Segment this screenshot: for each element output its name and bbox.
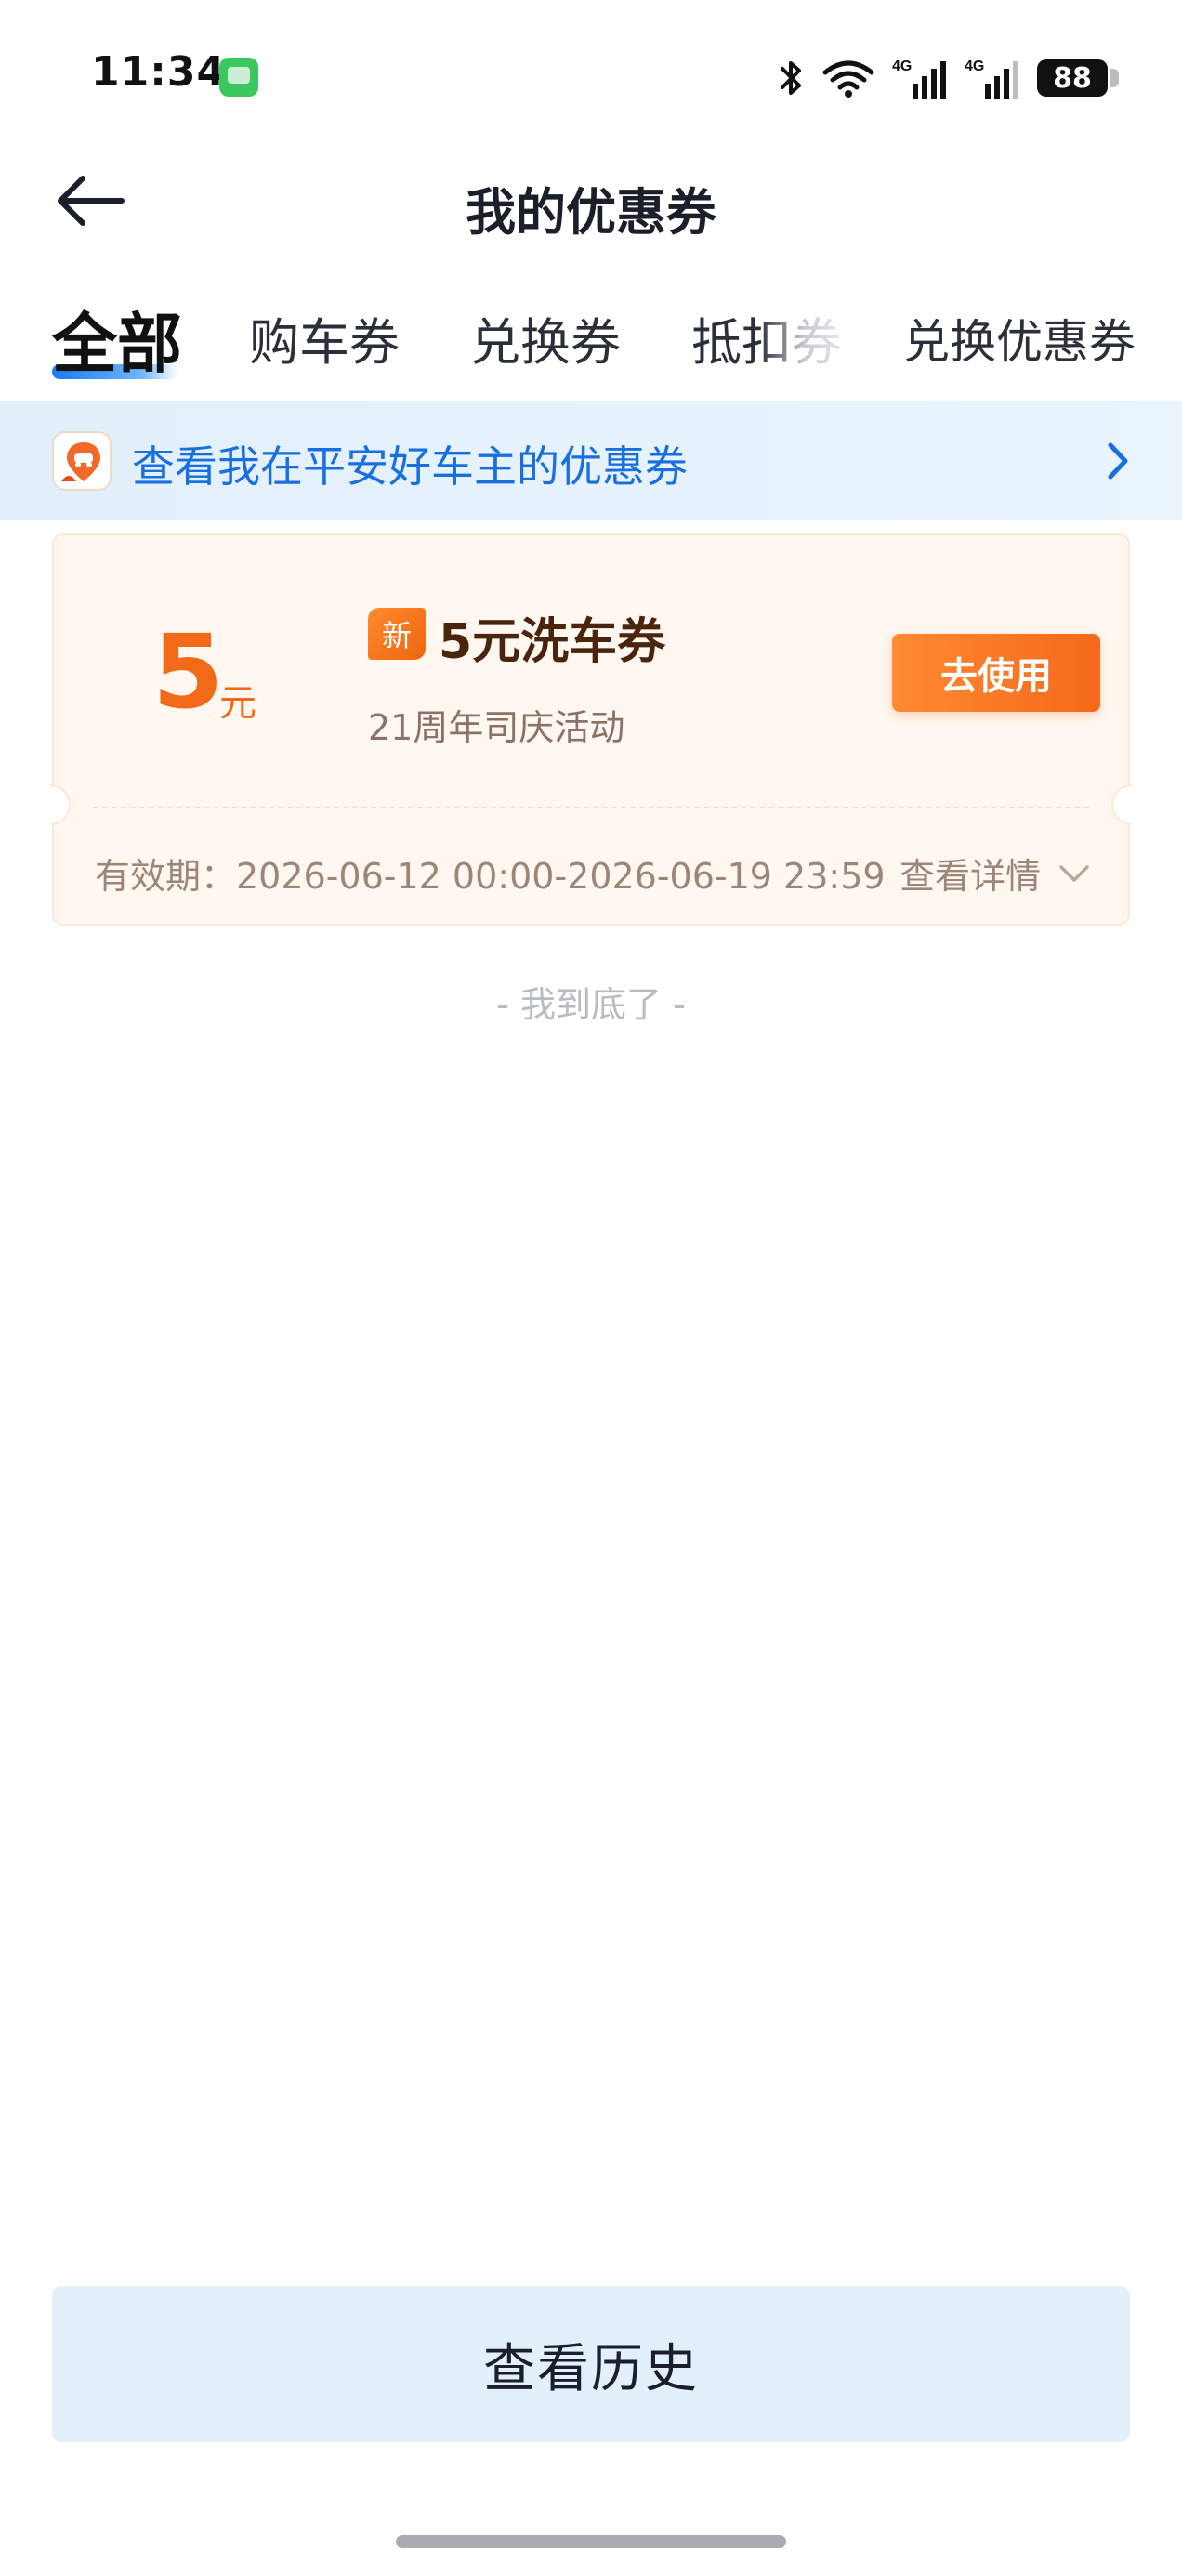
- tab-car-purchase[interactable]: 购车券: [249, 301, 400, 375]
- status-time: 11:34: [91, 48, 227, 96]
- battery-level: 88: [1053, 61, 1092, 95]
- pingan-car-owner-logo: [52, 431, 112, 491]
- wifi-icon: [822, 60, 874, 98]
- page-header: 我的优惠券: [0, 139, 1182, 260]
- new-badge: 新: [368, 608, 426, 660]
- status-bar: 11:34 4G 4G 88: [0, 0, 1182, 139]
- list-end-text: - 我到底了 -: [496, 984, 686, 1025]
- use-coupon-button[interactable]: 去使用: [892, 634, 1100, 712]
- coupon-tabs: 全部 购车券 兑换券 抵扣券 兑换优惠券: [0, 279, 1182, 400]
- battery-icon: 88: [1037, 59, 1119, 97]
- signal-4g-icon: 4G: [965, 59, 1018, 99]
- page-title: 我的优惠券: [466, 183, 716, 242]
- coupon-validity: 有效期：2026-06-12 00:00-2026-06-19 23:59: [95, 856, 886, 897]
- view-details-button[interactable]: 查看详情: [900, 848, 1091, 899]
- coupon-subtitle: 21周年司庆活动: [368, 707, 625, 748]
- svg-text:4G: 4G: [892, 59, 912, 74]
- coupon-title: 5元洗车券: [439, 614, 666, 670]
- status-icons: 4G 4G 88: [777, 50, 1119, 106]
- view-details-label: 查看详情: [899, 856, 1041, 897]
- home-indicator[interactable]: [396, 2535, 786, 2548]
- signal-4g-icon: 4G: [892, 59, 946, 99]
- message-app-icon: [219, 58, 258, 97]
- svg-text:4G: 4G: [965, 59, 984, 74]
- view-history-button[interactable]: 查看历史: [52, 2286, 1130, 2442]
- tab-deduction[interactable]: 抵扣券: [691, 301, 842, 375]
- chevron-down-icon: [1059, 864, 1089, 882]
- coupon-amount-unit: 元: [219, 682, 256, 725]
- tab-exchange[interactable]: 兑换券: [470, 301, 621, 375]
- tab-all[interactable]: 全部: [52, 292, 182, 386]
- coupon-amount: 5: [152, 612, 224, 731]
- chevron-right-icon: [1108, 442, 1128, 480]
- banner-text: 查看我在平安好车主的优惠券: [132, 441, 688, 492]
- coupon-card[interactable]: 5 元 新 5元洗车券 21周年司庆活动 去使用 有效期：2026-06-12 …: [50, 533, 1132, 926]
- coupon-divider: [93, 807, 1089, 808]
- bluetooth-icon: [781, 61, 801, 95]
- coupon-notch-left: [50, 784, 71, 825]
- pingan-coupons-banner[interactable]: 查看我在平安好车主的优惠券: [0, 401, 1182, 520]
- coupon-notch-right: [1111, 784, 1132, 825]
- tab-exchange-discount[interactable]: 兑换优惠券: [903, 305, 1136, 372]
